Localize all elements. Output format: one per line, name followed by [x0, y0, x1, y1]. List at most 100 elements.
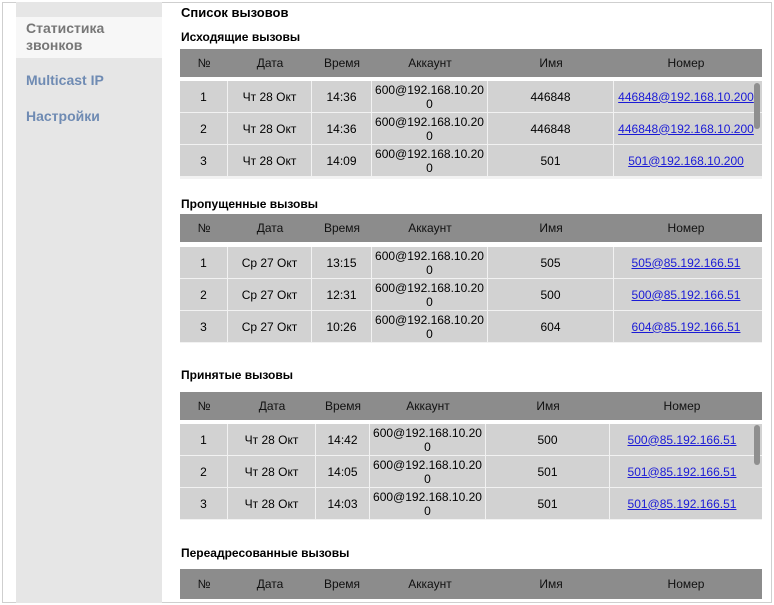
missed-table-body[interactable]: 1 Ср 27 Окт 13:15 600@192.168.10.200 505… — [180, 247, 762, 343]
table-row: 3 Ср 27 Окт 10:26 600@192.168.10.200 604… — [180, 311, 762, 343]
col-number: № — [197, 399, 211, 413]
cell-account: 600@192.168.10.200 — [372, 247, 488, 278]
sidebar-item-settings[interactable]: Настройки — [16, 108, 162, 125]
cell-time: 14:36 — [312, 113, 372, 144]
cell-date: Ср 27 Окт — [228, 311, 312, 342]
cell-account: 600@192.168.10.200 — [372, 279, 488, 310]
forwarded-header-row: № Дата Время Аккаунт Имя Номер — [180, 569, 762, 599]
col-time: Время — [323, 56, 361, 70]
sidebar-item-multicast-ip[interactable]: Multicast IP — [16, 72, 162, 89]
col-name: Имя — [536, 399, 560, 413]
col-name: Имя — [539, 56, 563, 70]
table-row: 3 Чт 28 Окт 14:09 600@192.168.10.200 501… — [180, 145, 762, 177]
cell-account: 600@192.168.10.200 — [370, 424, 486, 455]
col-date: Дата — [258, 399, 286, 413]
col-time: Время — [324, 399, 362, 413]
table-row: 2 Ср 27 Окт 12:31 600@192.168.10.200 500… — [180, 279, 762, 311]
cell-time: 14:05 — [316, 456, 370, 487]
cell-date: Ср 27 Окт — [228, 279, 312, 310]
sidebar: Статистика звонков Multicast IP Настройк… — [16, 2, 162, 603]
cell-n: 2 — [180, 279, 228, 310]
col-number: № — [197, 577, 211, 591]
cell-date: Чт 28 Окт — [228, 81, 312, 112]
cell-time: 14:42 — [316, 424, 370, 455]
missed-title: Пропущенные вызовы — [181, 197, 319, 211]
cell-name: 500 — [486, 424, 610, 455]
col-phone: Номер — [667, 221, 705, 235]
cell-account: 600@192.168.10.200 — [370, 456, 486, 487]
missed-header-row: № Дата Время Аккаунт Имя Номер — [180, 214, 762, 242]
table-row: 2 Чт 28 Окт 14:36 600@192.168.10.200 446… — [180, 113, 762, 145]
cell-account: 600@192.168.10.200 — [372, 145, 488, 176]
cell-account: 600@192.168.10.200 — [372, 113, 488, 144]
number-link[interactable]: 505@85.192.166.51 — [632, 256, 741, 270]
cell-n: 2 — [180, 456, 228, 487]
received-scrollbar[interactable] — [754, 425, 760, 465]
col-date: Дата — [256, 221, 284, 235]
cell-name: 505 — [488, 247, 614, 278]
number-link[interactable]: 446848@192.168.10.200 — [618, 90, 754, 104]
outgoing-title: Исходящие вызовы — [181, 30, 301, 44]
table-row: 1 Чт 28 Окт 14:36 600@192.168.10.200 446… — [180, 81, 762, 113]
received-header-row: № Дата Время Аккаунт Имя Номер — [180, 392, 762, 420]
cell-time: 14:03 — [316, 488, 370, 519]
cell-account: 600@192.168.10.200 — [372, 81, 488, 112]
number-link[interactable]: 501@85.192.166.51 — [628, 465, 737, 479]
cell-time: 14:09 — [312, 145, 372, 176]
cell-time: 10:26 — [312, 311, 372, 342]
number-link[interactable]: 501@85.192.166.51 — [628, 497, 737, 511]
cell-name: 446848 — [488, 81, 614, 112]
col-number: № — [197, 221, 211, 235]
cell-name: 604 — [488, 311, 614, 342]
cell-date: Ср 27 Окт — [228, 247, 312, 278]
cell-n: 2 — [180, 113, 228, 144]
col-account: Аккаунт — [408, 56, 452, 70]
cell-time: 14:36 — [312, 81, 372, 112]
col-time: Время — [323, 577, 361, 591]
number-link[interactable]: 501@192.168.10.200 — [628, 154, 744, 168]
number-link[interactable]: 500@85.192.166.51 — [632, 288, 741, 302]
cell-name: 501 — [488, 145, 614, 176]
cell-date: Чт 28 Окт — [228, 113, 312, 144]
col-account: Аккаунт — [408, 577, 452, 591]
cell-date: Чт 28 Окт — [228, 488, 316, 519]
forwarded-title: Переадресованные вызовы — [181, 546, 350, 560]
number-link[interactable]: 446848@192.168.10.200 — [618, 122, 754, 136]
outgoing-table-body[interactable]: 1 Чт 28 Окт 14:36 600@192.168.10.200 446… — [180, 81, 762, 179]
cell-date: Чт 28 Окт — [228, 456, 316, 487]
cell-name: 500 — [488, 279, 614, 310]
cell-name: 501 — [486, 456, 610, 487]
cell-n: 1 — [180, 247, 228, 278]
cell-time: 12:31 — [312, 279, 372, 310]
cell-account: 600@192.168.10.200 — [370, 488, 486, 519]
table-row: 1 Чт 28 Окт 14:42 600@192.168.10.200 500… — [180, 424, 762, 456]
cell-name: 446848 — [488, 113, 614, 144]
col-time: Время — [323, 221, 361, 235]
cell-n: 1 — [180, 81, 228, 112]
received-title: Принятые вызовы — [181, 368, 293, 382]
received-table-body[interactable]: 1 Чт 28 Окт 14:42 600@192.168.10.200 500… — [180, 424, 762, 520]
col-name: Имя — [539, 577, 563, 591]
col-phone: Номер — [663, 399, 701, 413]
col-number: № — [197, 56, 211, 70]
col-phone: Номер — [667, 577, 705, 591]
outgoing-header-row: № Дата Время Аккаунт Имя Номер — [180, 49, 762, 77]
outgoing-scrollbar[interactable] — [754, 83, 760, 129]
col-account: Аккаунт — [408, 221, 452, 235]
cell-n: 1 — [180, 424, 228, 455]
cell-time: 13:15 — [312, 247, 372, 278]
cell-date: Чт 28 Окт — [228, 145, 312, 176]
cell-n: 3 — [180, 145, 228, 176]
col-date: Дата — [256, 56, 284, 70]
page-title: Список вызовов — [181, 5, 289, 20]
cell-n: 3 — [180, 311, 228, 342]
number-link[interactable]: 500@85.192.166.51 — [628, 433, 737, 447]
table-row: 2 Чт 28 Окт 14:05 600@192.168.10.200 501… — [180, 456, 762, 488]
cell-n: 3 — [180, 488, 228, 519]
col-phone: Номер — [667, 56, 705, 70]
col-account: Аккаунт — [406, 399, 450, 413]
sidebar-item-call-stats[interactable]: Статистика звонков — [16, 17, 162, 58]
col-name: Имя — [539, 221, 563, 235]
table-row: 3 Чт 28 Окт 14:03 600@192.168.10.200 501… — [180, 488, 762, 520]
number-link[interactable]: 604@85.192.166.51 — [632, 320, 741, 334]
